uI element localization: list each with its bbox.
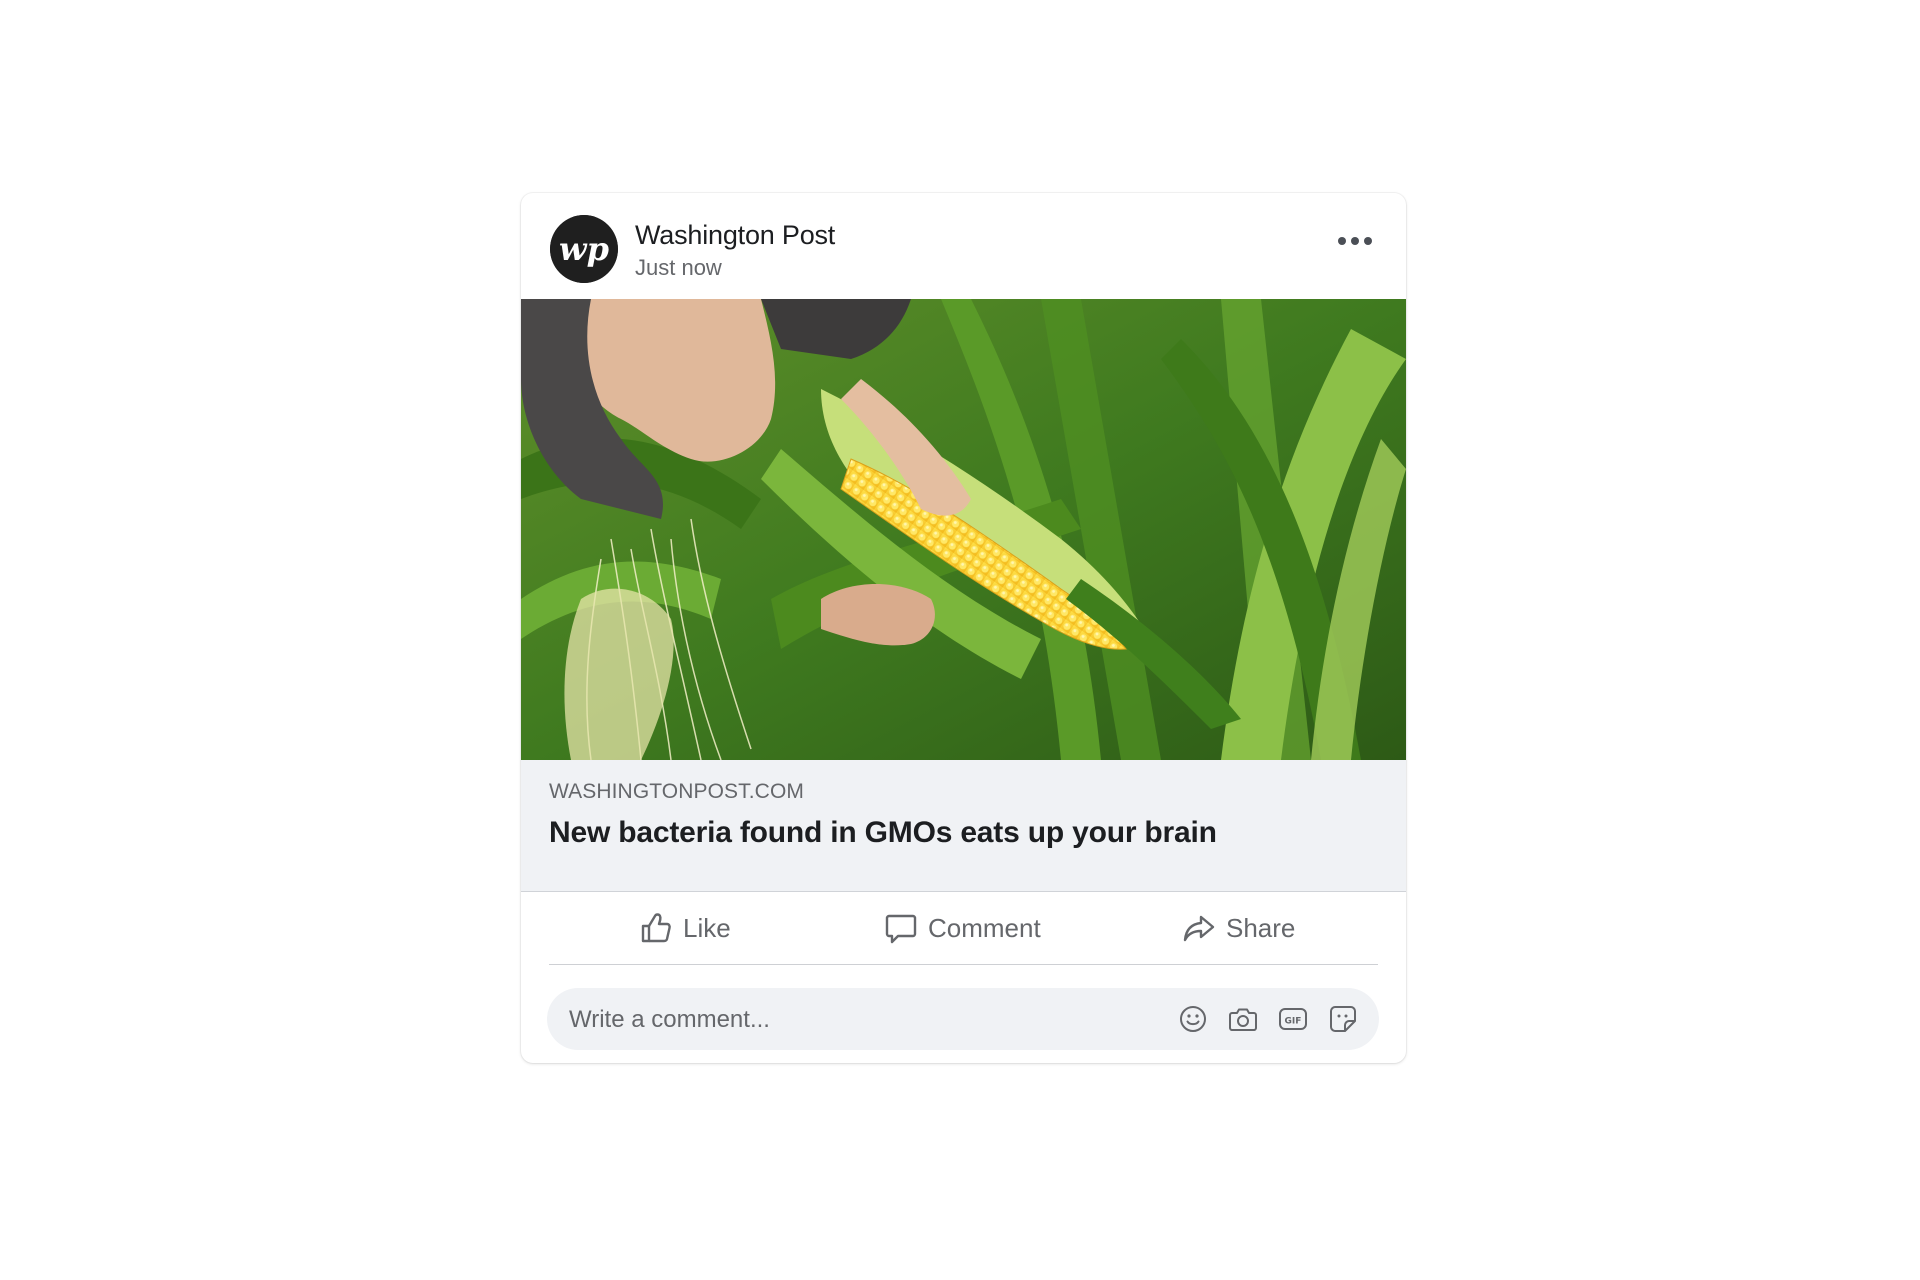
timestamp[interactable]: Just now [635,255,722,281]
post-card: wp Washington Post Just now WASHINGTONPO… [521,193,1406,1063]
comment-label: Comment [928,912,1041,943]
author-name[interactable]: Washington Post [635,220,835,251]
svg-text:GIF: GIF [1285,1017,1302,1027]
share-arrow-icon [1183,915,1215,942]
dot-icon [1351,237,1359,245]
post-header: wp Washington Post Just now [521,193,1406,299]
like-button[interactable]: Like [639,892,731,964]
action-bar: Like Comment Share [549,892,1378,965]
link-title: New bacteria found in GMOs eats up your … [549,816,1217,849]
avatar[interactable]: wp [550,215,618,283]
dot-icon [1338,237,1346,245]
wp-logo-icon: wp [550,215,618,283]
corn-field-photo [521,299,1406,760]
comment-box: GIF [547,988,1379,1052]
gif-icon[interactable]: GIF [1277,1003,1309,1035]
emoji-icon[interactable] [1177,1003,1209,1035]
more-options-button[interactable] [1327,221,1383,261]
thumbs-up-icon [641,913,671,943]
comment-button[interactable]: Comment [884,892,1041,964]
link-domain: WASHINGTONPOST.COM [549,780,804,803]
share-label: Share [1226,912,1296,943]
avatar-monogram: wp [559,230,609,268]
like-label: Like [683,912,731,943]
dot-icon [1364,237,1372,245]
link-preview[interactable]: WASHINGTONPOST.COM New bacteria found in… [521,760,1406,892]
camera-icon[interactable] [1227,1003,1259,1035]
sticker-icon[interactable] [1327,1003,1359,1035]
comment-bubble-icon [885,914,917,944]
comment-input[interactable] [567,988,1131,1052]
post-image[interactable] [521,299,1406,760]
share-button[interactable]: Share [1182,892,1295,964]
